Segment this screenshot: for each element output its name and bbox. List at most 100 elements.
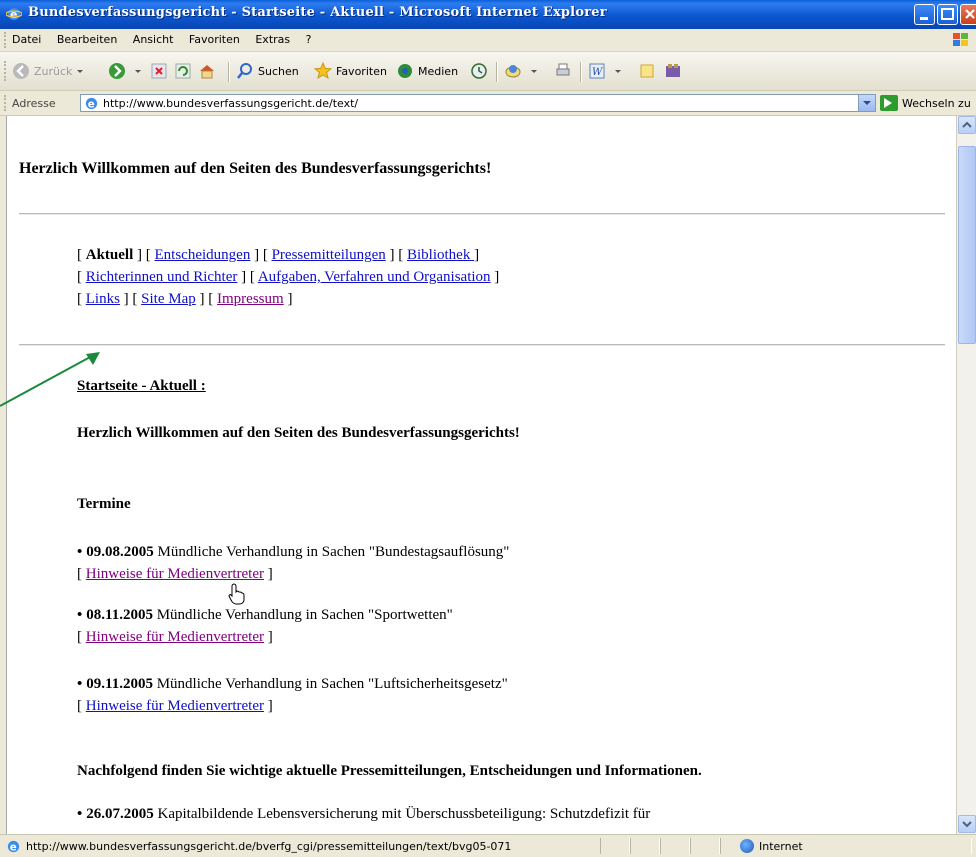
termin-text: Mündliche Verhandlung in Sachen "Sportwe… [152, 607, 453, 623]
scroll-down-icon [962, 821, 972, 828]
main-navigation: [ Aktuell ] [ Entscheidungen ] [ Pressem… [77, 244, 499, 310]
nav-impressum-link[interactable]: Impressum [217, 291, 284, 307]
refresh-button[interactable] [174, 62, 196, 80]
stop-icon [151, 63, 167, 79]
media-button[interactable]: Medien [396, 62, 458, 80]
research-icon [666, 64, 680, 77]
menu-help[interactable]: ? [306, 33, 312, 46]
nav-row-2: [ Richterinnen und Richter ] [ Aufgaben,… [77, 269, 500, 285]
status-bar: e http://www.bundesverfassungsgericht.de… [0, 834, 976, 857]
scroll-up-icon [962, 121, 972, 128]
vertical-scrollbar[interactable] [956, 116, 976, 834]
menu-bar: Datei Bearbeiten Ansicht Favoriten Extra… [0, 29, 976, 52]
edit-dropdown-icon[interactable] [615, 69, 621, 73]
stop-button[interactable] [150, 62, 172, 80]
maximize-icon [941, 8, 954, 20]
maximize-button[interactable] [937, 4, 958, 25]
nav-sitemap-link[interactable]: Site Map [141, 291, 196, 307]
media-notice-link[interactable]: Hinweise für Medienvertreter [86, 629, 264, 645]
press-text: Kapitalbildende Lebensversicherung mit Ü… [153, 806, 651, 822]
word-edit-icon: W [589, 63, 605, 79]
favorites-button[interactable]: Favoriten [314, 62, 387, 80]
nav-richter-link[interactable]: Richterinnen und Richter [86, 269, 238, 285]
minimize-button[interactable] [914, 4, 935, 25]
title-bar: e Bundesverfassungsgericht - Startseite … [0, 0, 976, 29]
hand-cursor-icon [228, 583, 245, 605]
globe-icon [740, 839, 754, 853]
note-icon [640, 64, 654, 78]
nav-aufgaben-link[interactable]: Aufgaben, Verfahren und Organisation [258, 269, 491, 285]
back-dropdown-icon[interactable] [77, 69, 84, 73]
termin-date: 09.08.2005 [86, 544, 154, 560]
status-pane [690, 838, 720, 854]
menu-datei[interactable]: Datei [12, 33, 41, 46]
termine-heading: Termine [77, 496, 131, 512]
edit-button[interactable]: W [588, 62, 621, 80]
scroll-up-button[interactable] [958, 116, 976, 134]
menu-bearbeiten[interactable]: Bearbeiten [57, 33, 117, 46]
address-url: http://www.bundesverfassungsgericht.de/t… [103, 97, 359, 110]
svg-text:e: e [88, 98, 95, 110]
forward-dropdown-icon[interactable] [135, 69, 141, 73]
minimize-icon [920, 17, 928, 20]
svg-text:e: e [10, 841, 17, 853]
media-notice-link[interactable]: Hinweise für Medienvertreter [86, 566, 264, 582]
zone-label: Internet [759, 839, 803, 853]
star-icon [314, 62, 332, 80]
address-input[interactable]: e http://www.bundesverfassungsgericht.de… [80, 94, 876, 112]
refresh-icon [175, 63, 191, 79]
toolbar-grip [4, 32, 9, 48]
print-button[interactable] [554, 62, 576, 80]
nav-aktuell: Aktuell [85, 247, 134, 263]
history-icon [471, 63, 487, 79]
mail-dropdown-icon[interactable] [531, 69, 537, 73]
media-notice-link[interactable]: Hinweise für Medienvertreter [86, 698, 264, 714]
welcome-heading: Herzlich Willkommen auf den Seiten des B… [77, 425, 520, 441]
address-dropdown-icon[interactable] [858, 95, 875, 111]
research-button[interactable] [664, 62, 686, 80]
back-arrow-icon [13, 63, 29, 79]
back-button[interactable]: Zurück [12, 62, 84, 80]
divider [19, 213, 945, 215]
nav-row-3: [ Links ] [ Site Map ] [ Impressum ] [77, 291, 293, 307]
nav-pressemitteilungen-link[interactable]: Pressemitteilungen [272, 247, 386, 263]
forward-button[interactable] [108, 62, 141, 80]
termin-date: 09.11.2005 [86, 676, 153, 692]
svg-text:e: e [10, 8, 17, 21]
nav-bibliothek-link[interactable]: Bibliothek [407, 247, 474, 263]
scroll-down-button[interactable] [958, 815, 976, 833]
menu-favoriten[interactable]: Favoriten [189, 33, 240, 46]
nav-links-link[interactable]: Links [86, 291, 120, 307]
termin-item: 09.11.2005 Mündliche Verhandlung in Sach… [77, 673, 508, 717]
toolbar-separator [496, 62, 498, 82]
forward-arrow-icon [109, 63, 125, 79]
menu-extras[interactable]: Extras [255, 33, 290, 46]
menu-ansicht[interactable]: Ansicht [133, 33, 174, 46]
mail-button[interactable] [504, 62, 537, 80]
history-button[interactable] [470, 62, 492, 80]
nav-row-1: [ Aktuell ] [ Entscheidungen ] [ Pressem… [77, 247, 480, 263]
home-icon [200, 65, 214, 79]
address-label: Adresse [12, 97, 56, 110]
windows-logo-icon [953, 33, 968, 46]
termin-item: 09.08.2005 Mündliche Verhandlung in Sach… [77, 541, 509, 585]
go-button[interactable]: Wechseln zu [880, 95, 971, 111]
media-icon [398, 64, 412, 78]
termin-text: Mündliche Verhandlung in Sachen "Luftsic… [152, 676, 508, 692]
toolbar-grip [4, 61, 9, 81]
search-icon [237, 63, 252, 79]
ie-page-icon: e [85, 97, 98, 110]
back-label: Zurück [34, 64, 73, 78]
search-button[interactable]: Suchen [236, 62, 299, 80]
print-icon [556, 63, 570, 76]
annotation-arrow-icon [0, 352, 100, 407]
notes-button[interactable] [638, 62, 660, 80]
nav-entscheidungen-link[interactable]: Entscheidungen [155, 247, 251, 263]
page-heading: Herzlich Willkommen auf den Seiten des B… [19, 160, 492, 177]
divider [19, 344, 945, 346]
scrollbar-thumb[interactable] [958, 146, 976, 344]
mail-icon [505, 65, 521, 78]
close-button[interactable] [960, 4, 976, 25]
home-button[interactable] [198, 62, 220, 80]
search-label: Suchen [258, 64, 299, 78]
